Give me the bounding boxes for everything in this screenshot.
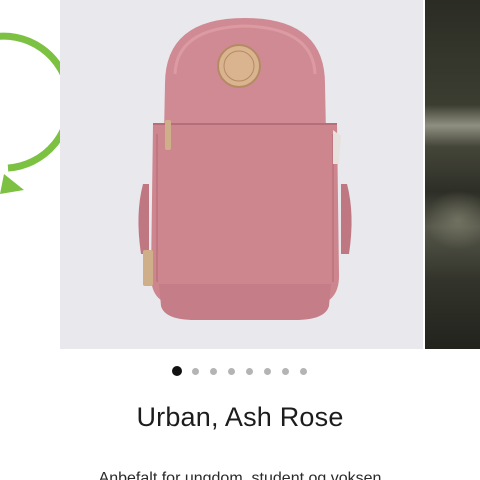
carousel-pagination <box>0 365 480 377</box>
pagination-dot[interactable] <box>191 367 199 375</box>
product-description: Anbefalt for ungdom, student og voksen <box>98 470 382 480</box>
pagination-dot[interactable] <box>227 367 235 375</box>
pagination-dot[interactable] <box>263 367 271 375</box>
chat-bubble-icon <box>0 32 60 194</box>
pagination-dot[interactable] <box>281 367 289 375</box>
product-image-carousel[interactable] <box>0 0 480 349</box>
product-title: Urban, Ash Rose <box>136 402 344 432</box>
backpack-image <box>138 18 352 320</box>
pagination-dot[interactable] <box>172 366 182 376</box>
next-slide[interactable] <box>425 0 480 349</box>
pagination-dot[interactable] <box>245 367 253 375</box>
main-product-image[interactable] <box>60 0 468 349</box>
previous-slide[interactable] <box>0 0 60 349</box>
pagination-dot[interactable] <box>299 367 307 375</box>
pagination-dot[interactable] <box>209 367 217 375</box>
